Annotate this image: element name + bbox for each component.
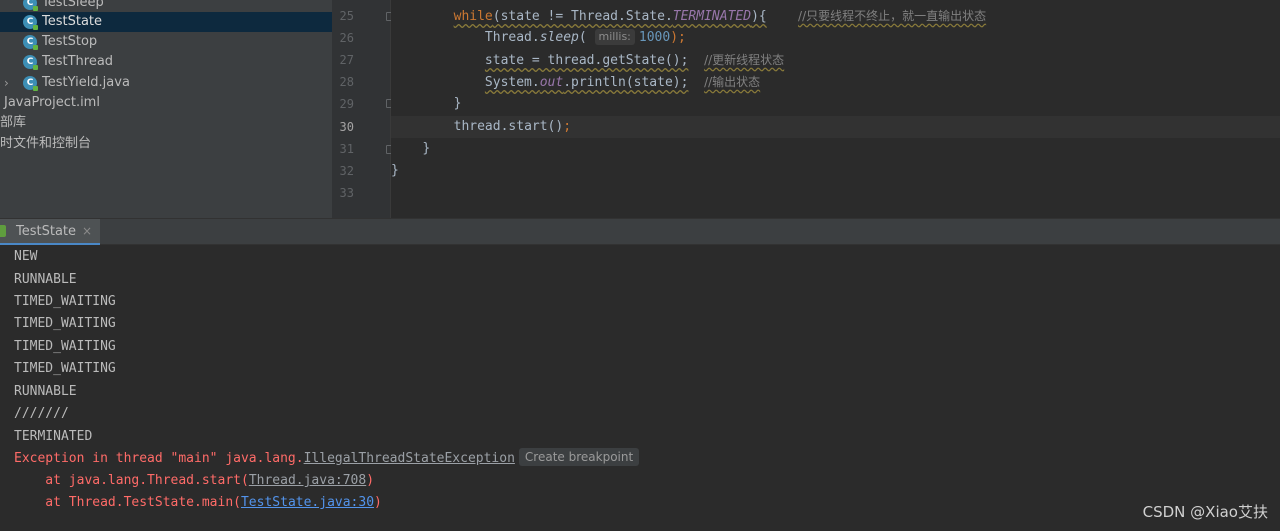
console-line: TIMED_WAITING [14, 361, 116, 376]
stack-frame-link[interactable]: TestState.java:30 [241, 495, 374, 510]
line-number: 27 [339, 53, 354, 67]
console-output[interactable]: NEW RUNNABLE TIMED_WAITING TIMED_WAITING… [0, 245, 1280, 531]
code-line-25: while(state != Thread.State.TERMINATED){… [391, 5, 1280, 27]
code-text: ; [563, 119, 572, 134]
code-text: System. [484, 75, 540, 90]
code-line-26: Thread.sleep( millis: 1000); [391, 27, 1280, 49]
tree-item-label: TestThread [42, 54, 114, 69]
line-number: 26 [339, 31, 354, 45]
code-text: ); [670, 30, 686, 45]
console-line: TERMINATED [14, 429, 93, 444]
line-number: 33 [339, 186, 354, 200]
code-text: state = thread.getState(); [484, 53, 689, 68]
console-line: RUNNABLE [14, 384, 77, 399]
parameter-hint: millis: [594, 29, 635, 45]
ide-window: C TestSleep C TestState C TestStop C Tes… [0, 0, 1280, 531]
keyword: while [453, 9, 493, 24]
tree-item-iml[interactable]: JavaProject.iml [0, 93, 332, 113]
console-line: TIMED_WAITING [14, 339, 116, 354]
java-class-icon: C [23, 76, 38, 91]
code-editor[interactable]: while(state != Thread.State.TERMINATED){… [391, 0, 1280, 218]
exception-class-link[interactable]: IllegalThreadStateException [304, 451, 515, 466]
console-line: NEW [14, 249, 38, 264]
console-line: RUNNABLE [14, 272, 77, 287]
stack-frame-text: ) [374, 495, 382, 510]
tree-item-label: TestState [42, 14, 103, 29]
constant: TERMINATED [672, 9, 752, 24]
run-config-icon [0, 225, 6, 237]
tree-item-external-libraries[interactable]: 部库 [0, 113, 332, 133]
tree-item-label: TestStop [42, 34, 98, 49]
tree-item-label: JavaProject.iml [4, 95, 100, 110]
code-text: (state != Thread.State. [492, 9, 673, 24]
code-text: ){ [751, 9, 767, 24]
stack-frame-text: at Thread.TestState.main( [14, 495, 241, 510]
code-text: Thread. [484, 30, 540, 45]
tree-item-teststop[interactable]: C TestStop [0, 32, 332, 52]
code-line-29: } [391, 93, 1280, 115]
code-text: } [422, 141, 431, 156]
tree-item-label: 部库 [0, 115, 27, 130]
tab-teststate[interactable]: TestState × [0, 219, 101, 246]
code-line-28: System.out.println(state); //输出状态 [391, 71, 1280, 93]
tree-item-testyield[interactable]: › C TestYield.java [0, 73, 332, 93]
watermark: CSDN @Xiao艾扶 [1142, 503, 1268, 521]
tree-item-testthread[interactable]: C TestThread [0, 52, 332, 72]
code-text: } [453, 96, 462, 111]
code-comment: //只要线程不终止，就一直输出状态 [798, 9, 987, 23]
tree-item-label: TestYield.java [42, 75, 130, 90]
code-line-31: } [391, 138, 1280, 160]
java-class-icon: C [23, 35, 38, 50]
console-line: TIMED_WAITING [14, 294, 116, 309]
code-comment: //更新线程状态 [704, 53, 785, 67]
project-tree: C TestSleep C TestState C TestStop C Tes… [0, 0, 332, 218]
line-number: 29 [339, 97, 354, 111]
stack-frame-link[interactable]: Thread.java:708 [249, 473, 366, 488]
stack-frame-text: at java.lang.Thread.start( [14, 473, 249, 488]
tree-item-scratches[interactable]: 时文件和控制台 [0, 134, 332, 154]
tab-label: TestState [16, 224, 77, 239]
tree-item-teststate[interactable]: C TestState [0, 12, 332, 32]
java-class-icon: C [23, 15, 38, 30]
line-number-current: 30 [339, 120, 354, 134]
exception-line: Exception in thread "main" java.lang.Ill… [14, 448, 640, 470]
editor-gutter: 25 26 27 28 29 30 31 32 33 [332, 0, 395, 218]
line-number: 25 [339, 9, 354, 23]
code-text: .println(state); [563, 75, 689, 90]
stack-frame-line: at Thread.TestState.main(TestState.java:… [14, 492, 382, 514]
exception-text: Exception in thread "main" java.lang. [14, 451, 304, 466]
close-icon[interactable]: × [82, 224, 92, 238]
stack-frame-text: ) [366, 473, 375, 488]
static-field: out [539, 75, 564, 90]
create-breakpoint-button[interactable]: Create breakpoint [518, 448, 640, 466]
line-number: 31 [339, 142, 354, 156]
line-number: 32 [339, 164, 354, 178]
chevron-right-icon[interactable]: › [4, 73, 9, 93]
code-comment: //输出状态 [704, 75, 761, 89]
java-class-icon: C [23, 55, 38, 70]
java-class-icon: C [23, 0, 38, 11]
tree-item-label: 时文件和控制台 [0, 136, 92, 151]
line-number: 28 [339, 75, 354, 89]
run-tool-window-tabs: TestState × [0, 218, 1280, 246]
number-literal: 1000 [638, 30, 671, 45]
console-line: TIMED_WAITING [14, 316, 116, 331]
code-line-27: state = thread.getState(); //更新线程状态 [391, 49, 1280, 71]
stack-frame-line: at java.lang.Thread.start(Thread.java:70… [14, 470, 374, 492]
code-text: thread.start() [453, 119, 564, 134]
code-line-30: thread.start(); [391, 116, 1280, 138]
code-text: } [391, 163, 399, 178]
code-line-32: } [391, 160, 1280, 182]
code-text: ( [578, 30, 595, 45]
method-name: sleep [539, 30, 579, 45]
console-line: /////// [14, 406, 69, 421]
